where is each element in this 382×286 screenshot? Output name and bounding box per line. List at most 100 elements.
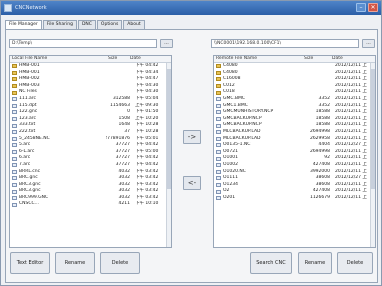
local-scrollbar[interactable] [166,63,171,247]
file-icon [12,169,17,174]
remote-date-column-header[interactable]: Date [330,56,372,62]
delete-local-button[interactable]: Delete [100,252,140,274]
remote-file-list[interactable]: Remote File Name Size Date C4080 2012/12/… [213,55,376,248]
file-date: 2012/12/11 上 [335,109,367,115]
list-item[interactable]: HMB-003 下午 04:30 [10,83,171,90]
file-size: 4211 [118,201,130,207]
list-item[interactable]: O1020.NC 3992000 2012/12/11 上 [214,169,375,176]
list-item[interactable]: GMCBACKUP.NCP 18588 2012/12/11 上 [214,116,375,123]
list-item[interactable]: NC Files 下午 04:30 [10,89,171,96]
list-item[interactable]: GMC.BMC 3352 2012/12/11 上 [214,96,375,103]
list-item[interactable]: 7.arc 37727 下午 04:42 [10,162,171,169]
local-scroll-thumb[interactable] [167,69,171,189]
list-item[interactable]: BRC999.GNC 3032 下午 03:42 [10,195,171,202]
transfer-to-remote-button[interactable]: -> [183,130,201,144]
list-item[interactable]: 115.dpt 1154663 上午 09:30 [10,103,171,110]
list-item[interactable]: O1234 38608 2012/12/11 上 [214,182,375,189]
file-name: HMB-002 [19,76,40,82]
transfer-to-local-button[interactable]: <- [183,176,201,190]
delete-remote-button[interactable]: Delete [337,252,373,274]
list-item[interactable]: 111.arc 312588 下午 05:04 [10,96,171,103]
list-item[interactable]: C018 2012/12/11 上 [214,89,375,96]
tab-dnc[interactable]: DNC [77,20,96,29]
list-item[interactable]: 5.arc 37727 下午 04:42 [10,142,171,149]
list-item[interactable]: O1002 427408 2012/12/11 上 [214,162,375,169]
list-item[interactable]: HMB-001 下午 04:42 [10,63,171,70]
local-file-list[interactable]: Local File Name Size Date HMB-001 下午 04:4… [9,55,172,248]
local-path-field[interactable]: D:\Temp\ [9,39,157,48]
list-item[interactable]: BRC3.gnc 3032 下午 03:42 [10,182,171,189]
file-size: 1154663 [109,102,130,108]
file-icon [216,110,221,115]
tab-file-manager[interactable]: File Manager [5,20,42,29]
remote-path-field[interactable]: \\NC0001\192.168.0.100\CF1\ [211,39,359,48]
list-item[interactable]: C4080 2012/12/11 上 [214,63,375,70]
window-controls: – ✕ [356,3,378,12]
list-item[interactable]: C012 2012/12/11 上 [214,83,375,90]
file-name-cell: 6-L.arc [10,149,106,156]
text-editor-button[interactable]: Text Editor [10,252,50,274]
list-item[interactable]: 6-L.arc 37727 下午 05:00 [10,149,171,156]
list-item[interactable]: BRC.gnc 3032 下午 03:42 [10,175,171,182]
list-item[interactable]: O1111 38608 2012/12/27 上 [214,175,375,182]
list-item[interactable]: O0721 2694998 2012/12/11 上 [214,149,375,156]
list-item[interactable]: GMCMUNHISTORY.NCP 18588 2012/12/11 上 [214,109,375,116]
list-item[interactable]: MLCBACKUP.LAD 2629958 2012/12/11 上 [214,136,375,143]
file-size: 427408 [312,161,330,167]
list-item[interactable]: 122.gnc 0 下午 01:50 [10,109,171,116]
file-name-cell: 6.arc [10,155,106,162]
list-item[interactable]: 123.arc 1508 上午 10:20 [10,116,171,123]
minimize-icon[interactable]: – [356,3,366,12]
file-name-cell: 222.txt [10,129,106,136]
rename-local-button[interactable]: Rename [55,252,95,274]
list-item[interactable]: HMB-002 下午 04:47 [10,76,171,83]
remote-scrollbar[interactable] [370,63,375,247]
list-item[interactable]: 5_2458NE.NC 277891876 下午 05:01 [10,136,171,143]
rename-remote-button[interactable]: Rename [298,252,332,274]
list-item[interactable]: 222.txt 37 下午 10:28 [10,129,171,136]
file-icon [12,130,17,135]
file-icon [12,103,17,108]
list-item[interactable]: C4080 2012/12/11 上 [214,70,375,77]
remote-size-column-header[interactable]: Size [302,56,330,62]
list-item[interactable]: HMB-001 下午 04:34 [10,70,171,77]
close-icon[interactable]: ✕ [368,3,378,12]
list-item[interactable]: O1001 92 2012/12/11 上 [214,155,375,162]
file-name: 7.arc [19,161,31,167]
list-item[interactable]: O201 1126679 2012/12/11 上 [214,195,375,202]
list-item[interactable]: MLCBACKUP.LAD 2694998 2012/12/11 上 [214,129,375,136]
file-date: 上午 10:20 [135,115,159,121]
file-name: C16008 [223,76,241,82]
local-name-column-header[interactable]: Local File Name [10,56,106,62]
folder-icon [12,64,17,69]
file-name-cell: MLCBACKUP.LAD [214,136,302,143]
file-size: 3352 [318,95,330,101]
list-item[interactable]: BRC3.gnc 3032 下午 03:42 [10,188,171,195]
remote-scroll-thumb[interactable] [371,69,375,189]
file-icon [216,143,221,148]
remote-browse-button[interactable]: ... [362,39,375,48]
remote-name-column-header[interactable]: Remote File Name [214,56,302,62]
list-item[interactable]: O2 427408 2012/12/11 上 [214,188,375,195]
local-date-column-header[interactable]: Date [128,56,168,62]
local-size-column-header[interactable]: Size [106,56,128,62]
file-size [106,63,132,70]
list-item[interactable]: 6.arc 37727 下午 04:42 [10,155,171,162]
search-cnc-button[interactable]: Search CNC [250,252,292,274]
list-item[interactable]: O0135-1.NC 4404 2012/12/27 上 [214,142,375,149]
file-name-cell: 333.txt [10,122,106,129]
list-item[interactable]: 333.txt 1648 下午 10:28 [10,122,171,129]
file-size: 4404 [318,142,330,148]
tab-options[interactable]: Options [96,20,123,29]
list-item[interactable]: BRRL.cnc 4032 下午 03:42 [10,169,171,176]
file-date: 2012/12/11 上 [335,69,367,75]
tab-file-sharing[interactable]: File Sharing [42,20,77,29]
remote-list-header: Remote File Name Size Date [214,56,375,63]
local-browse-button[interactable]: ... [160,39,173,48]
tab-about[interactable]: About [123,20,145,29]
list-item[interactable]: C16008 2012/12/11 上 [214,76,375,83]
list-item[interactable]: CNSCC... 4211 下午 10:10 [10,201,171,208]
list-item[interactable]: GMC1.BMC 3352 2012/12/11 上 [214,103,375,110]
list-item[interactable]: GMCBACKUP.NCP 18588 2012/12/11 上 [214,122,375,129]
file-icon [216,196,221,201]
